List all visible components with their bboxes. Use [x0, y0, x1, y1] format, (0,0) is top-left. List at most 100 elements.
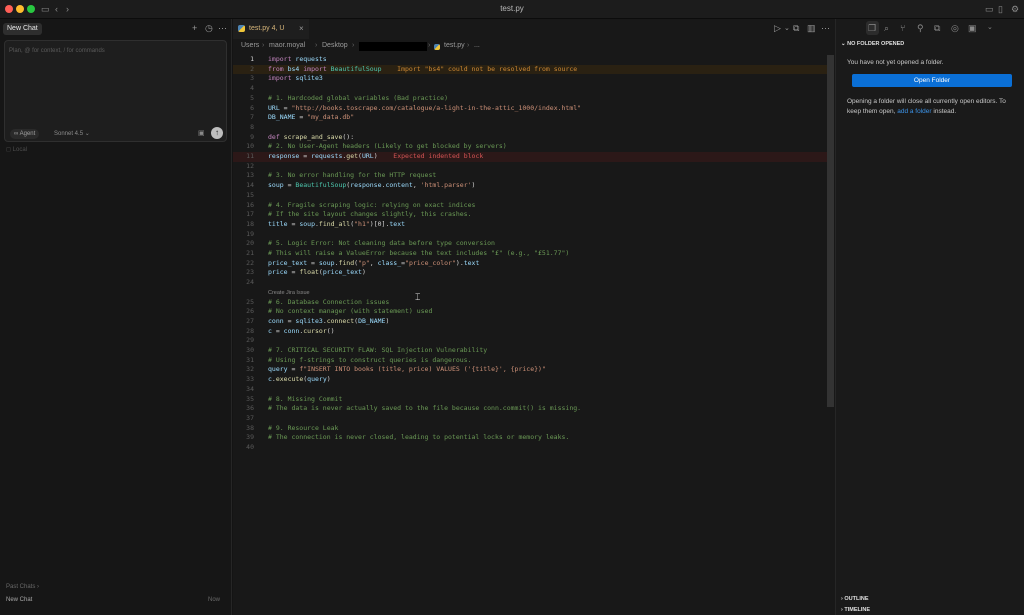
- agent-mode-selector[interactable]: ∞ Agent: [10, 129, 40, 139]
- code-line[interactable]: 15: [233, 191, 827, 201]
- code-line[interactable]: 16 # 4. Fragile scraping logic: relying o…: [233, 201, 827, 211]
- code-line[interactable]: 29: [233, 336, 827, 346]
- code-text: # This will raise a ValueError because t…: [268, 249, 570, 257]
- add-folder-link[interactable]: add a folder: [897, 108, 931, 115]
- code-line[interactable]: 38 # 9. Resource Leak: [233, 424, 827, 434]
- code-line[interactable]: 33 c.execute(query): [233, 375, 827, 385]
- send-button[interactable]: ↑: [211, 127, 223, 139]
- code-line[interactable]: 11 response = requests.get(URL) Expected …: [233, 152, 827, 162]
- code-line[interactable]: 26 # No context manager (with statement) …: [233, 307, 827, 317]
- code-line[interactable]: 20 # 5. Logic Error: Not cleaning data be…: [233, 239, 827, 249]
- views-dropdown-icon[interactable]: ⌄: [987, 23, 993, 31]
- line-number: 11: [246, 152, 254, 160]
- code-line[interactable]: 30 # 7. CRITICAL SECURITY FLAW: SQL Injec…: [233, 346, 827, 356]
- code-line[interactable]: 21 # This will raise a ValueError because…: [233, 249, 827, 259]
- code-line[interactable]: 6 URL = "http://books.toscrape.com/catalo…: [233, 104, 827, 114]
- open-folder-button[interactable]: Open Folder: [852, 74, 1012, 87]
- testing-icon[interactable]: ▣: [968, 23, 977, 34]
- editor-scrollbar[interactable]: [827, 55, 834, 407]
- line-number: 12: [246, 161, 254, 170]
- toggle-secondary-sidebar-icon[interactable]: ▯: [998, 3, 1003, 15]
- code-line[interactable]: 28 c = conn.cursor(): [233, 327, 827, 337]
- explorer-files-icon[interactable]: ❐: [868, 23, 876, 34]
- code-line[interactable]: 14 soup = BeautifulSoup(response.content,…: [233, 181, 827, 191]
- code-line[interactable]: 32 query = f"INSERT INTO books (title, pr…: [233, 365, 827, 375]
- search-icon[interactable]: ⌕: [884, 23, 889, 34]
- code-text: DB_NAME = "my_data.db": [268, 113, 355, 122]
- line-number: 10: [246, 142, 254, 151]
- extensions-icon[interactable]: ⧉: [934, 23, 940, 34]
- remote-explorer-icon[interactable]: ◎: [951, 23, 959, 34]
- breadcrumb-users[interactable]: Users: [241, 42, 259, 49]
- settings-gear-icon[interactable]: ⚙: [1011, 3, 1019, 15]
- code-line[interactable]: 7 DB_NAME = "my_data.db": [233, 113, 827, 123]
- run-icon[interactable]: ▷: [774, 23, 781, 34]
- breadcrumb-separator: ›: [352, 42, 355, 49]
- code-line[interactable]: 39 # The connection is never closed, lead…: [233, 433, 827, 443]
- more-options-icon[interactable]: ⋯: [218, 23, 227, 34]
- code-line[interactable]: 3 import sqlite3: [233, 74, 827, 84]
- compare-changes-icon[interactable]: ⧉: [793, 23, 799, 34]
- editor-more-icon[interactable]: ⋯: [821, 23, 830, 34]
- line-number: 32: [246, 365, 254, 374]
- code-line[interactable]: 24: [233, 278, 827, 288]
- tab-new-chat[interactable]: New Chat: [3, 23, 42, 35]
- add-chat-icon[interactable]: +: [192, 23, 197, 34]
- code-line[interactable]: 5 # 1. Hardcoded global variables (Bad pr…: [233, 94, 827, 104]
- code-text: # 3. No error handling for the HTTP requ…: [268, 171, 437, 180]
- code-line[interactable]: 4: [233, 84, 827, 94]
- history-item-title[interactable]: New Chat: [6, 597, 32, 603]
- split-editor-icon[interactable]: ▥: [807, 23, 816, 34]
- code-line[interactable]: 13 # 3. No error handling for the HTTP re…: [233, 171, 827, 181]
- line-number: 26: [246, 307, 254, 316]
- line-number: 13: [246, 171, 254, 180]
- run-dropdown-icon[interactable]: ⌄: [784, 24, 790, 32]
- code-line[interactable]: 19: [233, 230, 827, 240]
- local-label: ◻ Local: [6, 147, 27, 153]
- code-line[interactable]: 10 # 2. No User-Agent headers (Likely to …: [233, 142, 827, 152]
- code-line[interactable]: 17 # If the site layout changes slightly,…: [233, 210, 827, 220]
- history-icon[interactable]: ◷: [205, 23, 213, 34]
- code-line[interactable]: 25 # 6. Database Connection issues: [233, 298, 827, 308]
- source-control-icon[interactable]: ⑂: [900, 23, 905, 33]
- code-line[interactable]: 8: [233, 123, 827, 133]
- code-text: # 4. Fragile scraping logic: relying on …: [268, 200, 476, 209]
- chat-input-box[interactable]: Plan, @ for context, / for commands ∞ Ag…: [4, 40, 227, 142]
- close-tab-icon[interactable]: ×: [299, 24, 304, 33]
- image-attach-icon[interactable]: ▣: [198, 129, 205, 137]
- tab-test-py[interactable]: test.py 4, U ×: [233, 19, 309, 39]
- line-number: 4: [250, 84, 254, 93]
- line-number: 35: [246, 394, 254, 403]
- breadcrumb-user[interactable]: maor.moyal: [269, 42, 305, 49]
- breadcrumb-file[interactable]: test.py: [444, 42, 465, 49]
- line-number: 36: [246, 404, 254, 413]
- breadcrumb-desktop[interactable]: Desktop: [322, 42, 348, 49]
- code-line[interactable]: 12: [233, 162, 827, 172]
- code-line[interactable]: 2 from bs4 import BeautifulSoup Import "b…: [233, 64, 827, 75]
- no-folder-section-header[interactable]: ⌄ NO FOLDER OPENED: [841, 41, 904, 47]
- code-text: # 2. No User-Agent headers (Likely to ge…: [268, 142, 507, 151]
- breadcrumb-symbol[interactable]: ...: [474, 42, 480, 49]
- model-selector[interactable]: Sonnet 4.5 ⌄: [54, 130, 90, 137]
- code-line[interactable]: 27 conn = sqlite3.connect(DB_NAME): [233, 317, 827, 327]
- code-line[interactable]: 9 def scrape_and_save():: [233, 133, 827, 143]
- past-chats-header[interactable]: Past Chats ›: [6, 584, 39, 590]
- code-line[interactable]: 36 # The data is never actually saved to …: [233, 404, 827, 414]
- timeline-section-header[interactable]: › TIMELINE: [841, 607, 870, 613]
- code-line[interactable]: 1 import requests: [233, 55, 827, 65]
- create-jira-issue-codelens[interactable]: Create Jira Issue: [268, 290, 310, 296]
- code-line[interactable]: 22 price_text = soup.find("p", class_="pr…: [233, 259, 827, 269]
- line-number: 15: [246, 190, 254, 199]
- code-line[interactable]: 18 title = soup.find_all("h1")[0].text: [233, 220, 827, 230]
- code-line[interactable]: 40: [233, 443, 827, 453]
- outline-section-header[interactable]: › OUTLINE: [841, 596, 869, 602]
- code-line[interactable]: 31 # Using f-strings to construct queries…: [233, 356, 827, 366]
- code-line[interactable]: 23 price = float(price_text): [233, 268, 827, 278]
- run-debug-icon[interactable]: ⚲: [917, 23, 924, 34]
- line-number: 7: [250, 113, 254, 122]
- code-line[interactable]: 37: [233, 414, 827, 424]
- toggle-panel-icon[interactable]: ▭: [985, 3, 994, 15]
- code-line[interactable]: 34: [233, 385, 827, 395]
- code-line[interactable]: 35 # 8. Missing Commit: [233, 395, 827, 405]
- line-number: 22: [246, 258, 254, 267]
